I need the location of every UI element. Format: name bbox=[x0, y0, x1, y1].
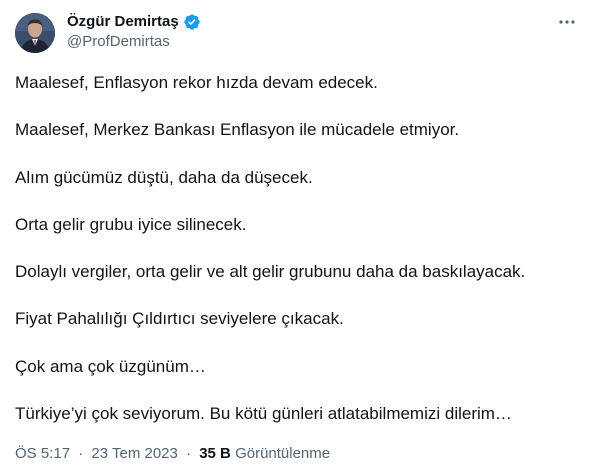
tweet-line: Türkiye’yi çok seviyorum. Bu kötü günler… bbox=[15, 404, 512, 424]
avatar[interactable] bbox=[15, 13, 55, 53]
tweet-time[interactable]: ÖS 5:17 bbox=[15, 445, 70, 462]
tweet-meta: ÖS 5:17 · 23 Tem 2023 · 35 B Görüntülenm… bbox=[15, 445, 330, 463]
tweet-text: Maalesef, Enflasyon rekor hızda devam ed… bbox=[15, 72, 575, 450]
tweet-line: Dolaylı vergiler, orta gelir ve alt geli… bbox=[15, 262, 526, 282]
tweet-line: Alım gücümüz düştü, daha da düşecek. bbox=[15, 167, 313, 187]
author-handle[interactable]: @ProfDemirtas bbox=[67, 33, 170, 51]
author-display-name[interactable]: Özgür Demirtaş bbox=[67, 13, 179, 31]
tweet-line: Orta gelir grubu iyice silinecek. bbox=[15, 214, 247, 234]
tweet-date[interactable]: 23 Tem 2023 bbox=[91, 445, 177, 462]
views-count: 35 B bbox=[199, 445, 231, 462]
tweet-line: Maalesef, Enflasyon rekor hızda devam ed… bbox=[15, 73, 378, 92]
verified-badge-icon bbox=[183, 13, 201, 31]
author-name-row: Özgür Demirtaş bbox=[67, 13, 201, 31]
tweet-line: Çok ama çok üzgünüm… bbox=[15, 356, 206, 376]
meta-separator: · bbox=[78, 445, 84, 462]
tweet-line: Maalesef, Merkez Bankası Enflasyon ile m… bbox=[15, 120, 460, 140]
tweet-card: Özgür Demirtaş @ProfDemirtas Maalesef, E… bbox=[0, 0, 589, 473]
meta-separator: · bbox=[186, 445, 192, 462]
tweet-line: Fiyat Pahalılığı Çıldırtıcı seviyelere ç… bbox=[15, 309, 344, 329]
views-label: Görüntülenme bbox=[235, 445, 331, 462]
more-options-icon[interactable] bbox=[557, 12, 577, 32]
